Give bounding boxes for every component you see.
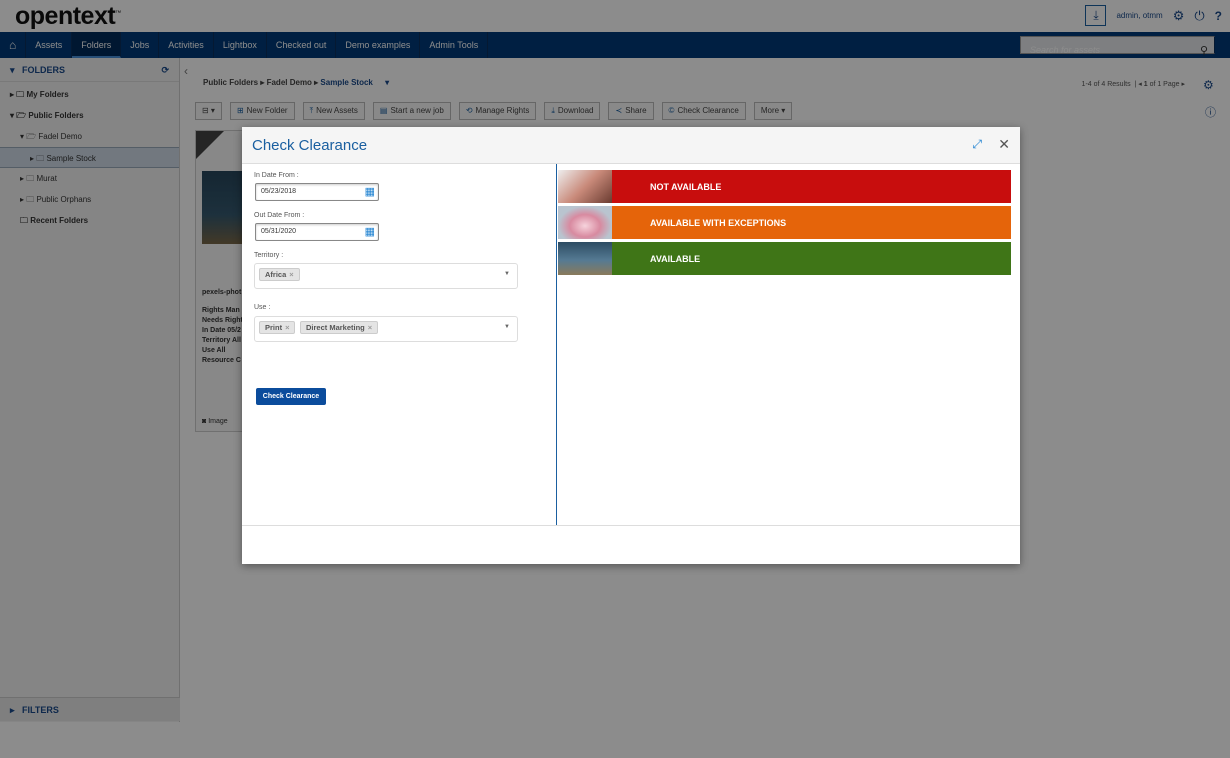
- check-clearance-dialog: Check Clearance ⤢ ✕ In Date From : 05/23…: [242, 127, 1020, 564]
- calendar-icon[interactable]: ▦: [365, 185, 375, 198]
- result-thumbnail: [558, 206, 612, 239]
- use-tag: Direct Marketing ×: [300, 321, 379, 334]
- tag-label: Africa: [265, 270, 287, 279]
- result-available-exceptions[interactable]: AVAILABLE WITH EXCEPTIONS: [558, 206, 1011, 239]
- expand-icon[interactable]: ⤢: [972, 137, 982, 152]
- use-tag: Print ×: [259, 321, 296, 334]
- dialog-title: Check Clearance: [252, 137, 368, 154]
- calendar-icon[interactable]: ▦: [365, 225, 375, 238]
- check-clearance-submit[interactable]: Check Clearance: [256, 388, 326, 405]
- result-thumbnail: [558, 242, 612, 275]
- tag-label: Print: [265, 323, 283, 332]
- in-date-label: In Date From :: [254, 172, 299, 179]
- use-select[interactable]: Print × Direct Marketing × ▼: [254, 316, 518, 342]
- result-thumbnail: [558, 170, 612, 203]
- out-date-value: 05/31/2020: [261, 228, 297, 235]
- chevron-down-icon[interactable]: ▼: [504, 271, 510, 277]
- out-date-field[interactable]: 05/31/2020 ▦: [255, 223, 379, 241]
- remove-icon[interactable]: ×: [289, 270, 293, 279]
- result-available[interactable]: AVAILABLE: [558, 242, 1011, 275]
- result-not-available[interactable]: NOT AVAILABLE: [558, 170, 1011, 203]
- tag-label: Direct Marketing: [306, 323, 365, 332]
- clearance-form: In Date From : 05/23/2018 ▦ Out Date From…: [242, 164, 557, 525]
- chevron-down-icon[interactable]: ▼: [504, 324, 510, 330]
- territory-select[interactable]: Africa × ▼: [254, 263, 518, 289]
- in-date-field[interactable]: 05/23/2018 ▦: [255, 183, 379, 201]
- out-date-label: Out Date From :: [254, 212, 305, 219]
- dialog-footer: [242, 525, 1020, 564]
- close-icon[interactable]: ✕: [998, 136, 1010, 153]
- use-label: Use :: [254, 304, 271, 311]
- result-status: AVAILABLE WITH EXCEPTIONS: [650, 217, 787, 228]
- in-date-value: 05/23/2018: [261, 188, 297, 195]
- result-status: AVAILABLE: [650, 253, 701, 264]
- result-status: NOT AVAILABLE: [650, 181, 722, 192]
- territory-tag: Africa ×: [259, 268, 300, 281]
- remove-icon[interactable]: ×: [285, 323, 289, 332]
- remove-icon[interactable]: ×: [368, 323, 372, 332]
- territory-label: Territory :: [254, 252, 284, 259]
